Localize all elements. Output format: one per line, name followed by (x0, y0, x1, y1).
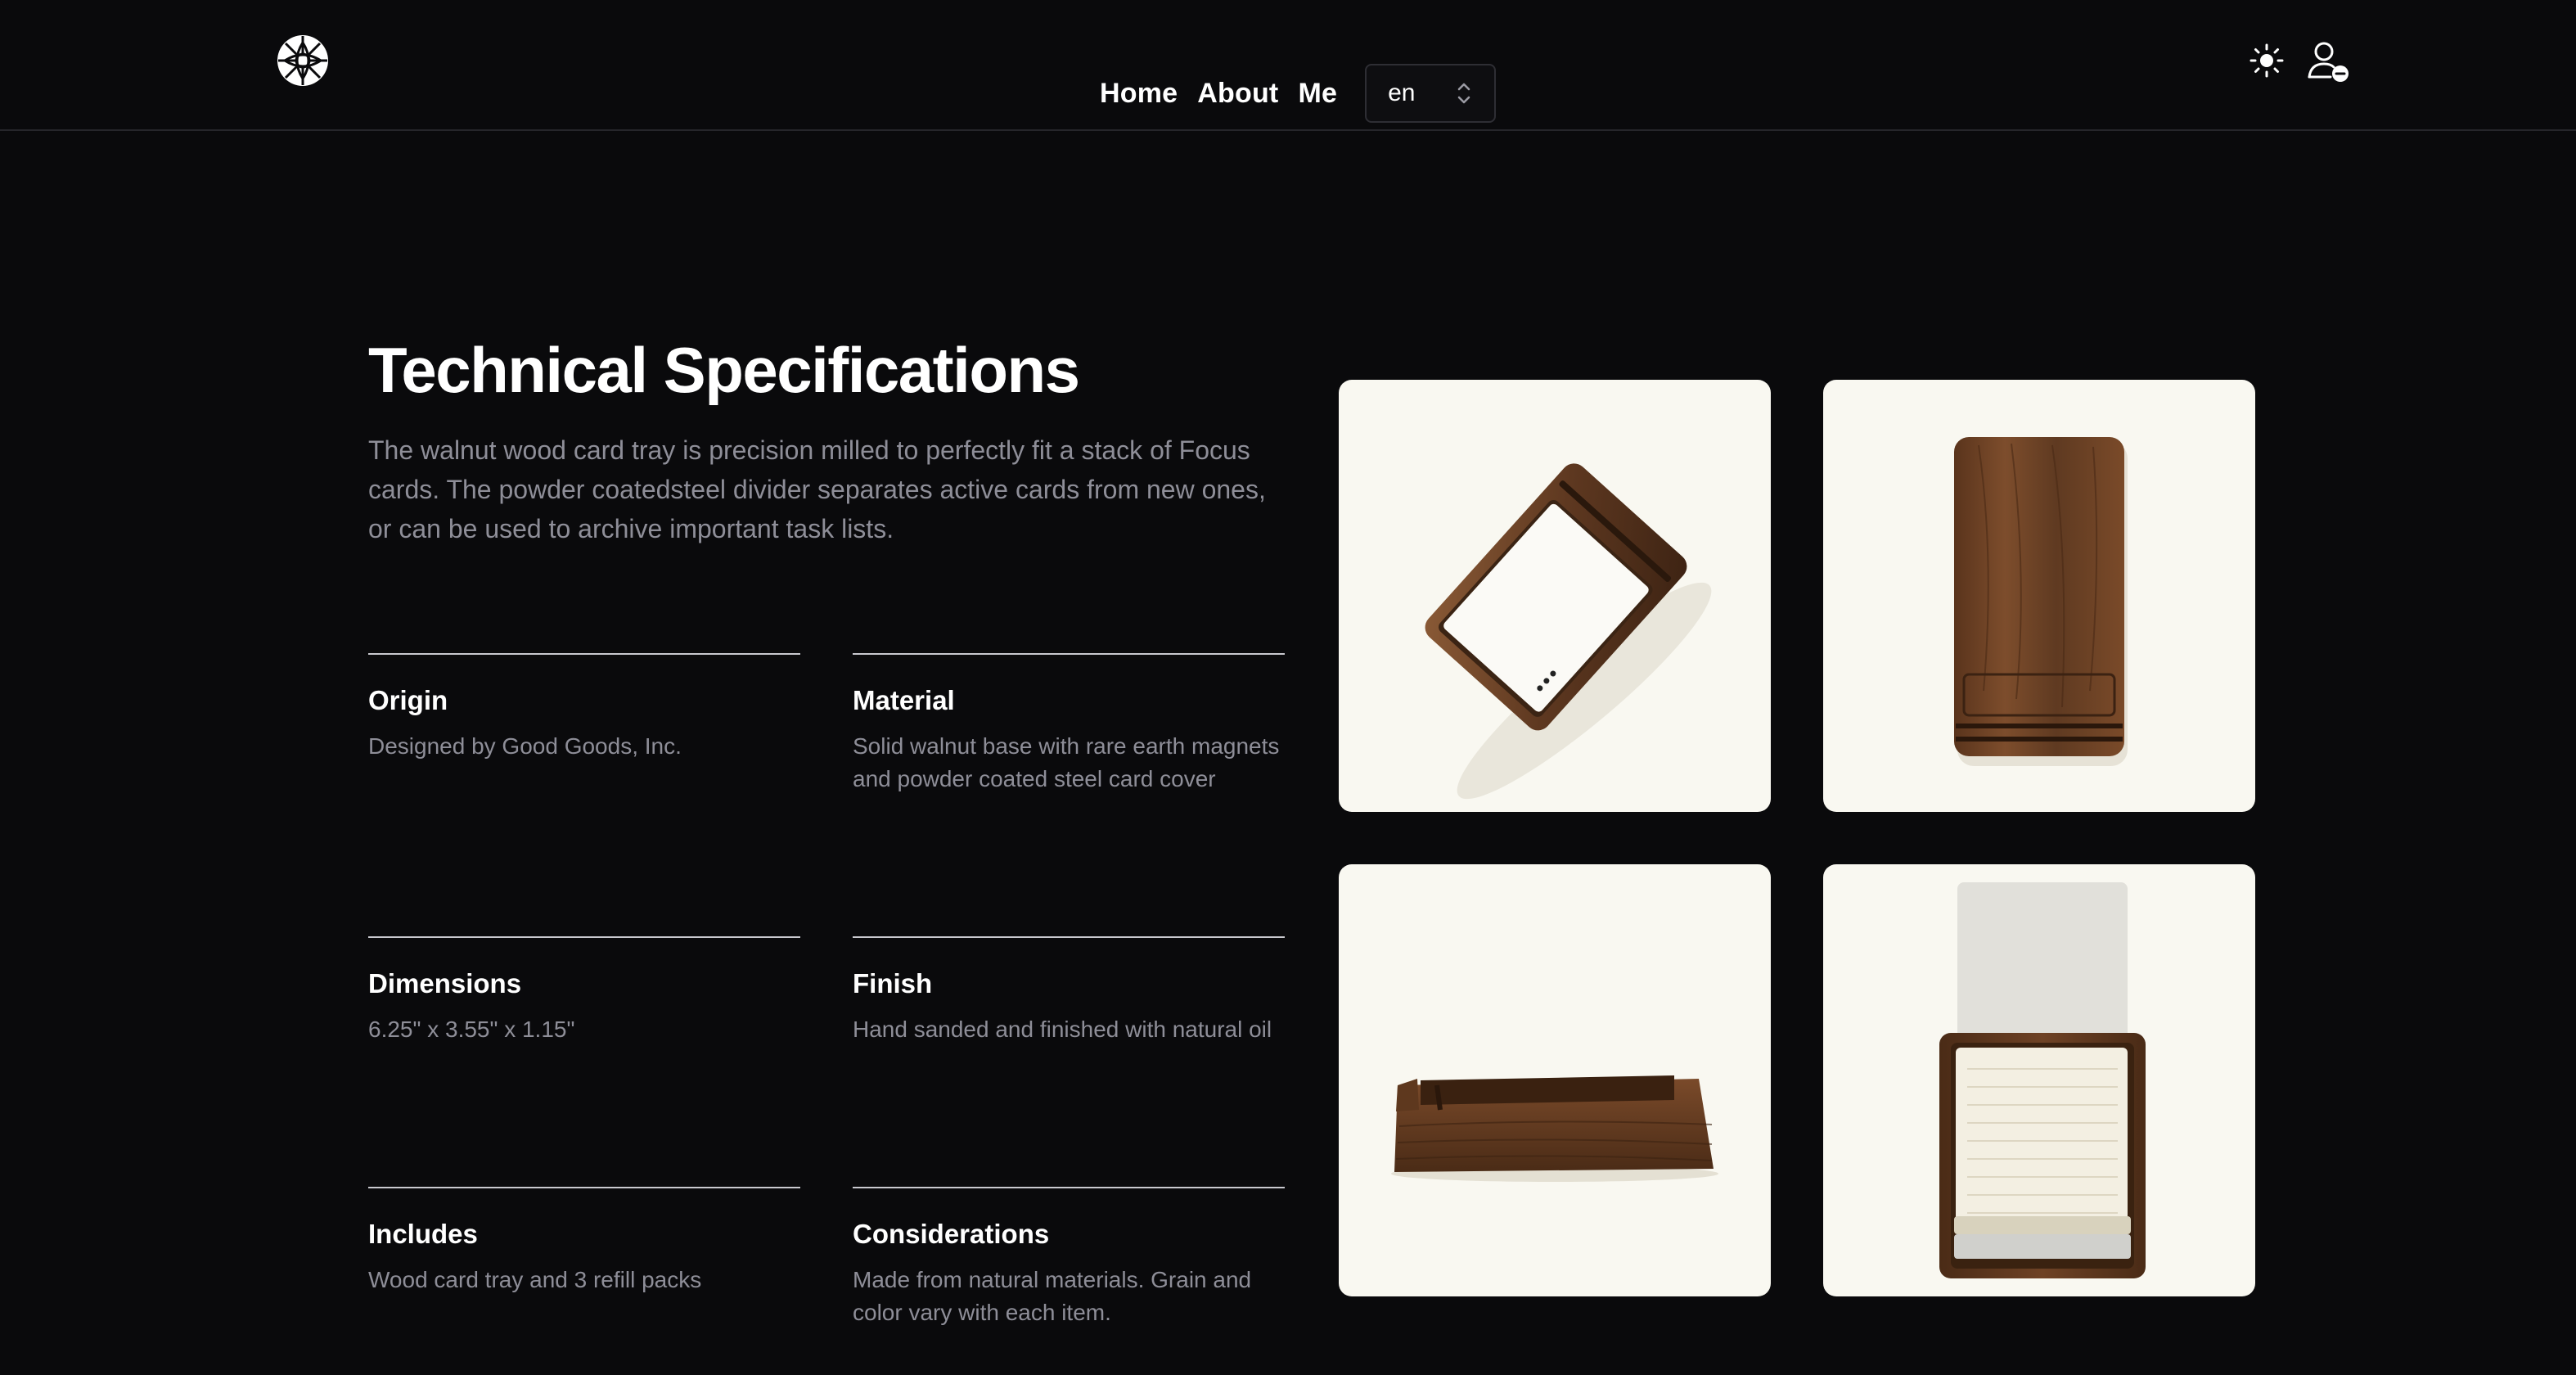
sun-icon[interactable] (2249, 43, 2285, 79)
product-photo-angled (1339, 380, 1771, 812)
spec-considerations: Considerations Made from natural materia… (853, 1187, 1285, 1329)
nav-link-about[interactable]: About (1197, 78, 1278, 110)
spec-value: Designed by Good Goods, Inc. (368, 733, 682, 759)
language-select[interactable]: en (1365, 64, 1497, 123)
page-title: Technical Specifications (368, 334, 1080, 406)
user-minus-icon[interactable] (2306, 39, 2350, 83)
spec-label: Material (853, 685, 955, 715)
chevron-up-down-icon (1455, 79, 1473, 108)
spec-label: Considerations (853, 1219, 1050, 1249)
spec-value: Made from natural materials. Grain and c… (853, 1267, 1252, 1325)
spec-finish: Finish Hand sanded and finished with nat… (853, 936, 1285, 1046)
language-select-value: en (1388, 79, 1416, 106)
spec-origin: Origin Designed by Good Goods, Inc. (368, 653, 800, 763)
nav-link-home[interactable]: Home (1100, 78, 1178, 110)
spec-value: Solid walnut base with rare earth magnet… (853, 733, 1280, 791)
spec-includes: Includes Wood card tray and 3 refill pac… (368, 1187, 800, 1296)
spec-label: Dimensions (368, 968, 522, 999)
spec-value: 6.25" x 3.55" x 1.15" (368, 1017, 575, 1042)
spec-label: Finish (853, 968, 933, 999)
nav-link-me[interactable]: Me (1298, 78, 1337, 110)
spec-value: Wood card tray and 3 refill packs (368, 1267, 702, 1292)
spec-label: Origin (368, 685, 448, 715)
spec-value: Hand sanded and finished with natural oi… (853, 1017, 1272, 1042)
spec-dimensions: Dimensions 6.25" x 3.55" x 1.15" (368, 936, 800, 1046)
product-photo-side (1339, 864, 1771, 1296)
globe-logo-icon[interactable] (277, 34, 329, 87)
top-navigation-bar: Home About Me en (0, 0, 2576, 131)
main-nav: Home About Me en (1100, 64, 1497, 123)
spec-label: Includes (368, 1219, 478, 1249)
intro-paragraph: The walnut wood card tray is precision m… (368, 435, 1266, 543)
product-photo-top (1823, 380, 2255, 812)
spec-material: Material Solid walnut base with rare ear… (853, 653, 1285, 796)
product-photo-front (1823, 864, 2255, 1296)
